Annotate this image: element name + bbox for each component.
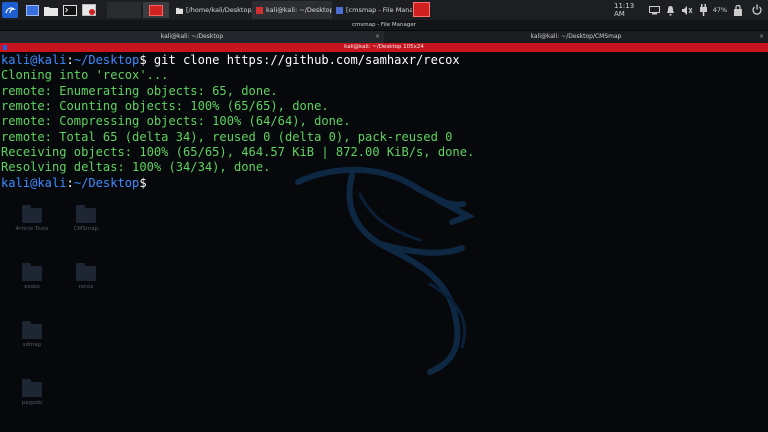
logout-button[interactable]	[750, 3, 764, 17]
folder-icon	[22, 379, 42, 397]
desktop-folder-label: pagodo	[21, 400, 43, 406]
clock[interactable]: 11:13 AM	[614, 2, 644, 18]
show-desktop-button[interactable]	[24, 2, 40, 18]
desktop-folder-label: CMSmap	[73, 226, 99, 232]
desktop-folder[interactable]: CMSmap	[66, 205, 106, 232]
tab-cmsmap[interactable]: kali@kali: ~/Desktop/CMSmap ×	[384, 31, 768, 43]
browser-launcher[interactable]	[81, 2, 97, 18]
file-manager-launcher[interactable]	[43, 2, 59, 18]
prompt-char: $	[139, 175, 147, 190]
folder-lock-icon	[22, 263, 42, 281]
output-line: Cloning into 'recox'...	[1, 68, 169, 83]
power-plug-tray[interactable]	[697, 3, 709, 17]
folder-icon	[22, 205, 42, 223]
desktop-folder[interactable]: Article Tools	[12, 205, 52, 232]
monitor-icon	[648, 5, 660, 14]
terminal-area[interactable]: Article Tools CMSmap xssbo recox sdmap p…	[0, 52, 768, 432]
folder-icon	[22, 321, 42, 339]
output-line: remote: Compressing objects: 100% (64/64…	[1, 114, 351, 129]
output-line: remote: Enumerating objects: 65, done.	[1, 83, 278, 98]
desktop-folder-label: sdmap	[22, 342, 42, 348]
terminal-icon	[256, 6, 263, 14]
terminal-launcher[interactable]	[62, 2, 78, 18]
screen-lock-button[interactable]	[731, 3, 745, 17]
output-line: remote: Counting objects: 100% (65/65), …	[1, 99, 329, 114]
network-tray[interactable]	[647, 3, 661, 17]
prompt-char: $	[139, 53, 147, 67]
tab-desktop[interactable]: kali@kali: ~/Desktop ×	[0, 31, 384, 43]
prompt-path: ~/Desktop	[73, 53, 140, 67]
prompt-user: kali@kali	[1, 175, 67, 190]
output-line: remote: Total 65 (delta 34), reused 0 (d…	[1, 129, 453, 144]
file-manager-icon	[336, 6, 343, 14]
output-line: Receiving objects: 100% (65/65), 464.57 …	[1, 145, 475, 160]
taskbar-item-red[interactable]	[413, 2, 430, 17]
taskbar-item-label: [/home/kali/Desktop/CM...	[186, 6, 252, 14]
terminal-tab-bar: kali@kali: ~/Desktop × kali@kali: ~/Desk…	[0, 31, 768, 43]
tab-label: kali@kali: ~/Desktop	[160, 33, 224, 40]
active-window-thumbnail	[149, 4, 163, 16]
kali-logo-icon	[5, 7, 16, 14]
terminal-size-title: kali@kali: ~/Desktop 105x24	[0, 43, 768, 52]
desktop-icon	[25, 4, 39, 16]
folder-icon	[76, 263, 96, 281]
tab-indicator	[3, 45, 7, 50]
prompt-user: kali@kali	[1, 53, 67, 67]
close-tab-icon[interactable]: ×	[759, 31, 764, 43]
taskbar-item-terminal[interactable]: kali@kali: ~/Desktop	[252, 1, 332, 19]
desktop-folder-label: recox	[78, 284, 94, 290]
desktop-folder[interactable]: recox	[66, 263, 106, 290]
speaker-muted-icon	[682, 5, 693, 15]
taskbar-item-label: [cmsmap - File Manager]	[346, 6, 412, 14]
kali-menu-button[interactable]	[2, 2, 18, 18]
notifications-tray[interactable]	[663, 3, 677, 17]
tab-label: kali@kali: ~/Desktop/CMSmap	[530, 33, 622, 40]
taskbar-item-cmsmap-file-manager[interactable]: [cmsmap - File Manager]	[332, 1, 412, 19]
power-plug-icon	[699, 4, 707, 16]
folder-icon	[176, 7, 183, 14]
folder-icon	[76, 205, 96, 223]
terminal-output[interactable]: kali@kali:~/Desktop$ git clone https://g…	[1, 53, 474, 191]
prompt-path: ~/Desktop	[73, 175, 140, 190]
desktop-folder[interactable]: pagodo	[12, 379, 52, 406]
taskbar-item-label: kali@kali: ~/Desktop	[266, 6, 332, 14]
close-tab-icon[interactable]: ×	[375, 31, 380, 43]
volume-tray[interactable]	[680, 3, 694, 17]
command-text: git clone https://github.com/samhaxr/rec…	[146, 53, 460, 67]
desktop-folder-label: Article Tools	[15, 226, 49, 232]
desktop-folder[interactable]: xssbo	[12, 263, 52, 290]
prompt-line: kali@kali:~/Desktop$ git clone https://g…	[1, 53, 474, 68]
desktop-folder[interactable]: sdmap	[12, 321, 52, 348]
prompt-sep: :	[66, 175, 74, 190]
folder-icon	[44, 6, 58, 16]
desktop-folder-label: xssbo	[24, 284, 40, 290]
bell-icon	[666, 5, 674, 15]
battery-level[interactable]: 47%	[711, 3, 729, 17]
workspace-2[interactable]	[143, 2, 169, 18]
logout-icon	[752, 4, 762, 15]
lock-icon	[734, 4, 742, 16]
prompt-sep: :	[66, 53, 74, 67]
output-line: Resolving deltas: 100% (34/34), done.	[1, 160, 271, 175]
terminal-icon	[63, 4, 77, 16]
browser-icon	[82, 4, 96, 16]
window-title: cmsmap - File Manager	[0, 20, 768, 30]
taskbar-item-file-manager-cmsmap[interactable]: [/home/kali/Desktop/CM...	[172, 1, 252, 19]
workspace-1[interactable]	[107, 2, 141, 18]
prompt-line: kali@kali:~/Desktop$	[1, 176, 474, 191]
top-panel: [/home/kali/Desktop/CM... kali@kali: ~/D…	[0, 0, 768, 21]
